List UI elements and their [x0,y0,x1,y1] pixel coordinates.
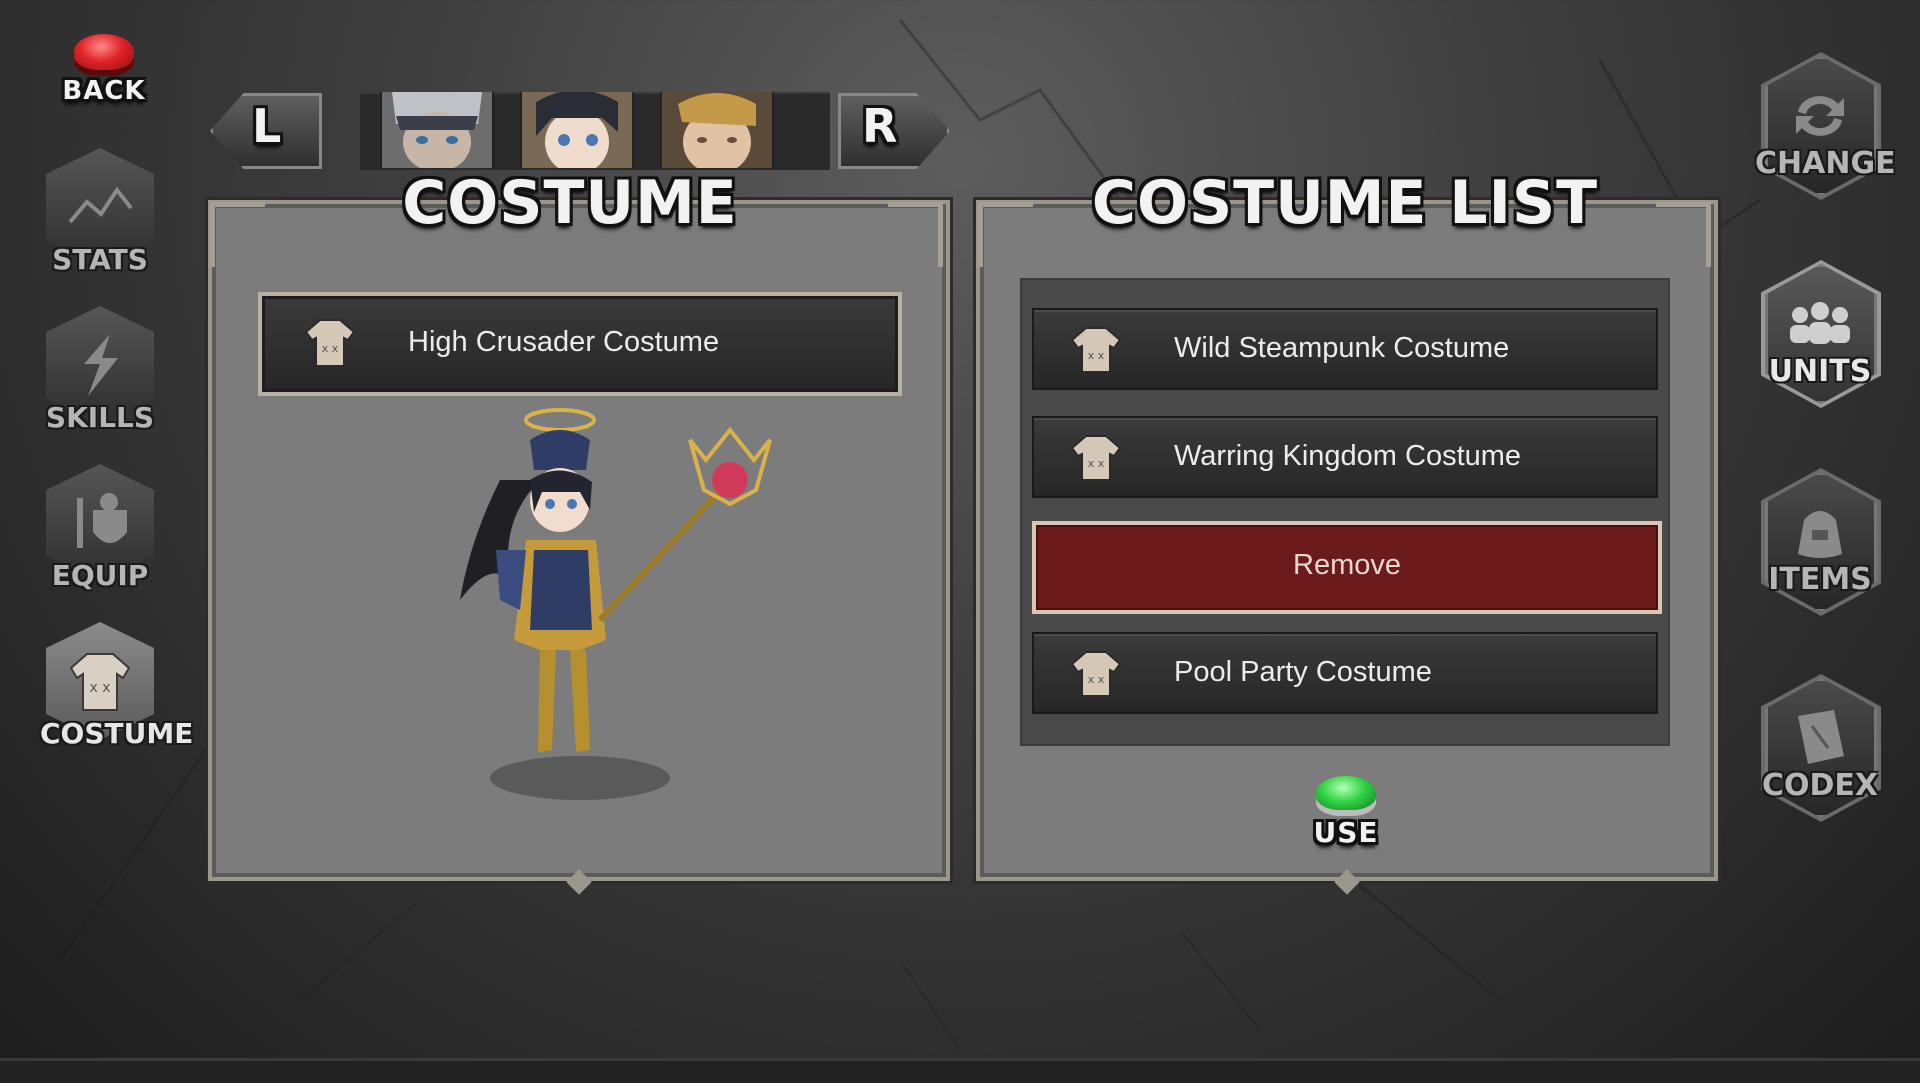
nav-stats-label: STATS [52,243,148,276]
svg-text:x x: x x [89,680,110,696]
costume-list-item-name: Wild Steampunk Costume [1174,332,1510,364]
nav-units[interactable]: UNITS [1755,260,1885,414]
svg-text:x x: x x [1088,349,1105,362]
remove-label: Remove [1293,549,1401,581]
panel-corner [888,202,943,267]
red-button-icon [74,34,134,70]
panel-corner [210,202,265,267]
costume-list-item[interactable]: x x Pool Party Costume [1032,632,1658,714]
svg-text:x x: x x [322,342,339,355]
panel-notch [566,869,592,895]
next-character-button[interactable]: R [838,93,950,169]
panel-corner [1656,202,1711,267]
remove-costume-button[interactable]: Remove [1032,521,1662,614]
nav-units-label: UNITS [1768,354,1872,389]
prev-label: L [252,99,283,153]
equipped-costume-name: High Crusader Costume [408,326,720,358]
nav-codex-label: CODEX [1761,768,1879,803]
nav-skills-label: SKILLS [45,401,155,434]
costume-icon: x x [1070,651,1122,697]
nav-equip-label: EQUIP [51,559,149,592]
character-portrait[interactable] [660,92,774,168]
green-button-icon [1316,776,1376,810]
costume-list-item[interactable]: x x Warring Kingdom Costume [1032,416,1658,498]
character-sprite [460,408,772,800]
nav-costume[interactable]: x x COSTUME [40,622,194,762]
character-portrait-selected[interactable] [520,92,634,168]
equipped-costume[interactable]: x x High Crusader Costume [258,292,902,396]
next-label: R [862,99,899,153]
nav-items[interactable]: ITEMS [1755,468,1885,622]
costume-icon: x x [1070,435,1122,481]
nav-change-label: CHANGE [1755,146,1896,181]
nav-equip[interactable]: EQUIP [40,464,160,604]
nav-change[interactable]: CHANGE [1755,52,1896,206]
costume-list-item-name: Warring Kingdom Costume [1174,440,1522,472]
svg-text:x x: x x [1088,673,1105,686]
nav-items-label: ITEMS [1768,562,1872,597]
back-button[interactable]: BACK [62,30,146,106]
nav-skills[interactable]: SKILLS [40,306,160,446]
nav-stats[interactable]: STATS [40,148,160,288]
panel-corner [978,202,1033,267]
use-button[interactable]: USE [1306,772,1386,849]
costume-panel-title: COSTUME [402,168,738,238]
costume-list-title: COSTUME LIST [1091,168,1599,238]
nav-costume-label: COSTUME [40,717,194,750]
svg-text:x x: x x [1088,457,1105,470]
character-portrait[interactable] [380,92,494,168]
prev-character-button[interactable]: L [210,93,322,169]
bottom-strip [0,1058,1920,1083]
costume-icon: x x [304,319,356,367]
use-label: USE [1313,816,1379,849]
nav-codex[interactable]: CODEX [1755,674,1885,828]
panel-notch [1334,869,1360,895]
costume-list-item-name: Pool Party Costume [1174,656,1432,688]
costume-icon: x x [1070,327,1122,373]
back-label: BACK [62,76,146,106]
costume-list-item[interactable]: x x Wild Steampunk Costume [1032,308,1658,390]
